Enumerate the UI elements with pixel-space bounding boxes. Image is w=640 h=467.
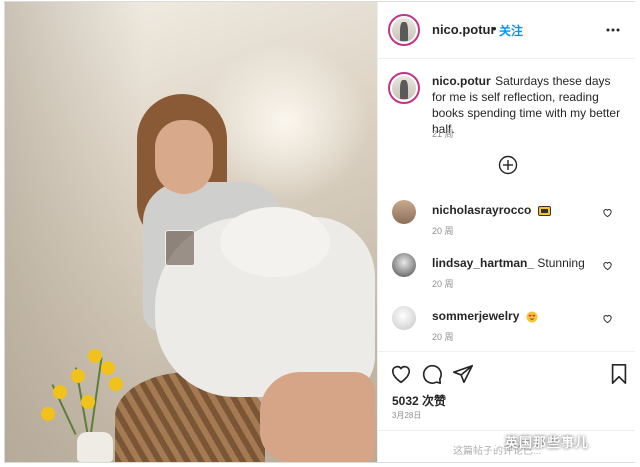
yellow-box-emoji <box>537 205 551 216</box>
like-count[interactable]: 5032 次赞 <box>392 392 446 409</box>
photo-flowers <box>33 347 133 437</box>
commenter-avatar[interactable] <box>392 200 416 224</box>
photo-vase <box>77 432 113 462</box>
caption-username[interactable]: nico.potur <box>432 74 491 88</box>
commenter-username[interactable]: sommerjewelry <box>432 309 538 323</box>
wechat-watermark-icon <box>483 434 501 448</box>
caption-time: 21 周 <box>432 129 454 139</box>
load-more-comments-icon[interactable] <box>498 155 518 175</box>
heart-icon[interactable] <box>602 313 613 324</box>
comment-text: Stunning <box>537 256 585 270</box>
comment-item: sommerjewelry 20 周 <box>378 304 635 354</box>
heart-icon[interactable] <box>602 260 613 271</box>
heart-icon[interactable] <box>602 207 613 218</box>
comment-item: lindsay_hartman_ Stunning 20 周 <box>378 251 635 301</box>
comment-icon[interactable] <box>421 363 443 385</box>
post-date: 3月28日 <box>392 411 422 420</box>
post-header: nico.potur • 关注 <box>378 2 635 59</box>
commenter-username[interactable]: nicholasrayrocco <box>432 203 551 217</box>
photo-glass <box>165 230 195 266</box>
more-options-icon[interactable] <box>605 22 621 38</box>
heart-eyes-emoji <box>526 311 538 323</box>
author-avatar[interactable] <box>388 14 420 46</box>
commenter-avatar[interactable] <box>392 253 416 277</box>
comment-time: 20 周 <box>432 332 454 342</box>
post-window: nico.potur • 关注 nico.potur Saturdays the… <box>4 1 635 463</box>
photo-feet <box>260 372 375 462</box>
separator-dot: • <box>492 21 497 36</box>
share-icon[interactable] <box>452 363 474 385</box>
photo-knee <box>220 207 330 277</box>
like-heart-icon[interactable] <box>390 363 412 385</box>
post-photo[interactable] <box>5 2 377 462</box>
comment-time: 20 周 <box>432 226 454 236</box>
commenter-avatar[interactable] <box>392 306 416 330</box>
watermark-text: 英国那些事儿 <box>505 435 590 450</box>
comment-item: nicholasrayrocco 20 周 <box>378 198 635 248</box>
photo-face <box>155 120 213 194</box>
commenter-username[interactable]: lindsay_hartman_ Stunning <box>432 256 585 270</box>
post-side-panel: nico.potur • 关注 nico.potur Saturdays the… <box>377 2 635 462</box>
bookmark-icon[interactable] <box>608 363 630 385</box>
author-username[interactable]: nico.potur <box>432 22 496 37</box>
follow-button[interactable]: 关注 <box>499 22 523 39</box>
caption-avatar[interactable] <box>388 72 420 104</box>
comment-time: 20 周 <box>432 279 454 289</box>
post-caption: nico.potur Saturdays these days for me i… <box>432 73 622 137</box>
